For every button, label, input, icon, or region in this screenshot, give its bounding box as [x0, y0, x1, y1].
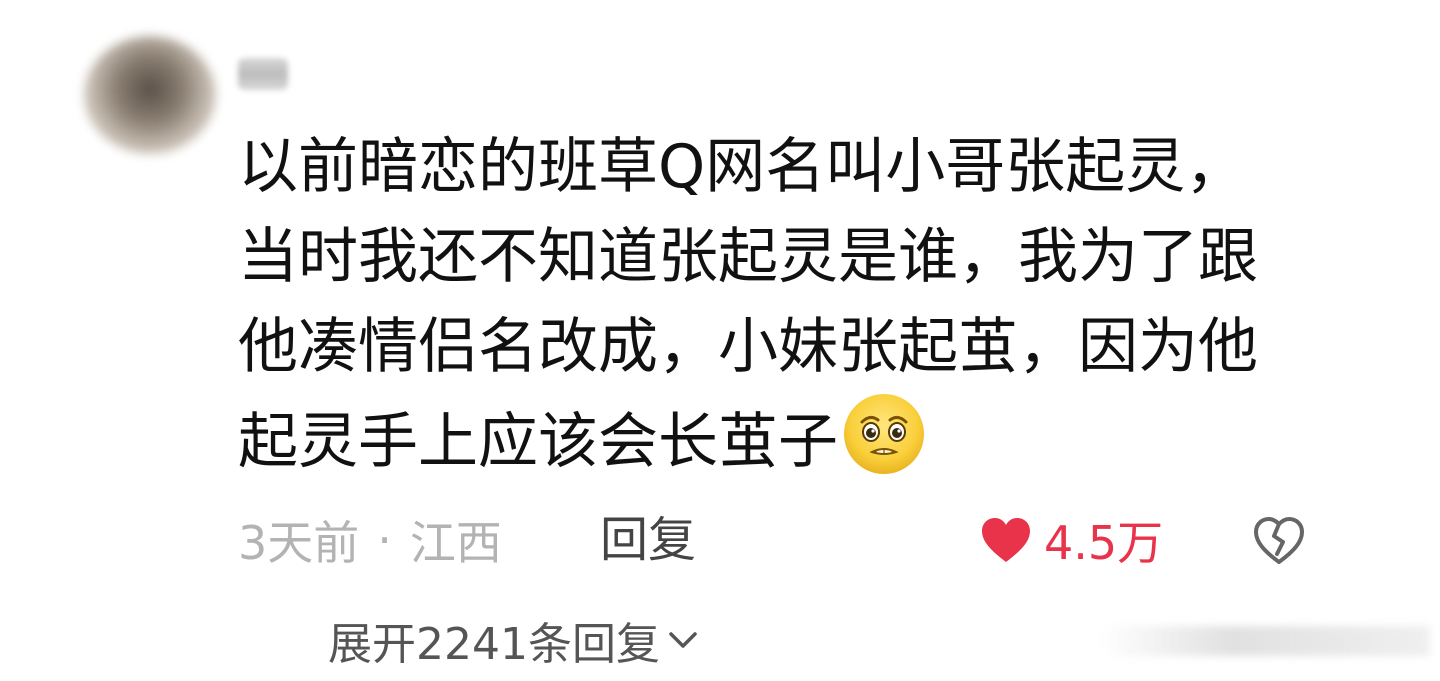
comment-line-2: 当时我还不知道张起灵是谁，我为了跟	[238, 222, 1258, 292]
expand-replies-button[interactable]: 展开2241条回复	[328, 608, 698, 672]
chevron-down-icon	[669, 632, 697, 648]
pleading-face-emoji-icon	[844, 394, 924, 474]
comment-time: 3天前	[238, 516, 360, 570]
comment-text: 以前暗恋的班草Q网名叫小哥张起灵， 当时我还不知道张起灵是谁，我为了跟 他凑情侣…	[238, 122, 1318, 487]
comment-line-4-text: 起灵手上应该会长茧子	[238, 407, 838, 477]
blurred-overlay	[1100, 626, 1430, 656]
expand-replies-label: 展开2241条回复	[328, 619, 660, 670]
comment-line-3: 他凑情侣名改成，小妹张起茧，因为他	[238, 312, 1258, 382]
comment-meta: 3天前 · 江西	[238, 508, 502, 572]
comment-location: 江西	[409, 516, 502, 570]
comment-line-4: 起灵手上应该会长茧子	[238, 392, 1318, 487]
avatar[interactable]	[84, 36, 216, 154]
like-button[interactable]: 4.5万	[980, 508, 1163, 572]
broken-heart-icon[interactable]	[1252, 514, 1306, 568]
comment-line-1: 以前暗恋的班草Q网名叫小哥张起灵，	[238, 132, 1246, 202]
meta-separator: ·	[377, 513, 392, 567]
username-blurred[interactable]	[238, 58, 288, 90]
like-count: 4.5万	[1044, 516, 1164, 570]
heart-icon	[982, 518, 1030, 562]
reply-button[interactable]: 回复	[600, 508, 696, 572]
